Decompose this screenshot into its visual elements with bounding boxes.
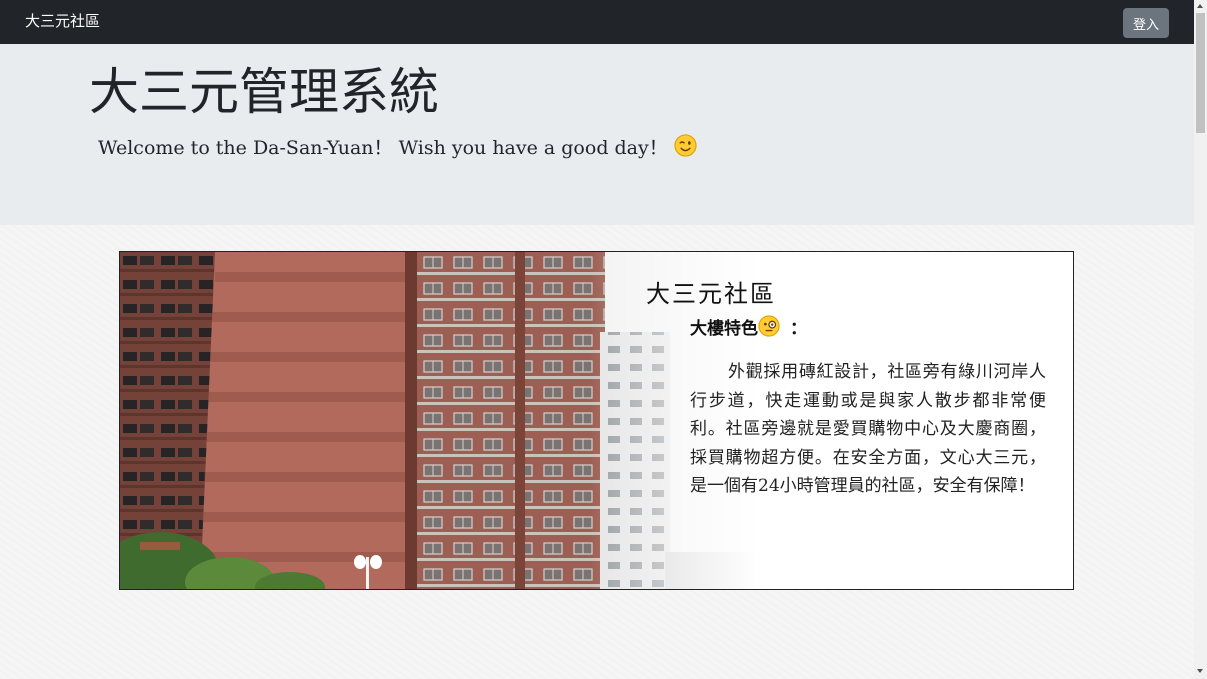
welcome-text: Welcome to the Da-San-Yuan！ Wish you hav…: [98, 137, 668, 159]
top-navbar: 大三元社區 登入: [0, 0, 1194, 44]
page-title: 大三元管理系統: [89, 63, 439, 121]
jumbotron: 大三元管理系統 Welcome to the Da-San-Yuan！ Wish…: [0, 44, 1194, 225]
community-card: 大三元社區 大樓特色 ： 外觀採用磚紅設計，社區旁有綠川河岸人行步道，快走運動或…: [119, 251, 1074, 590]
scroll-thumb[interactable]: [1196, 13, 1205, 133]
feature-label-text: 大樓特色: [690, 319, 758, 339]
monocle-emoji-icon: [758, 315, 780, 342]
feature-colon: ：: [790, 319, 807, 339]
card-title: 大三元社區: [646, 280, 776, 308]
feature-heading: 大樓特色 ：: [690, 314, 807, 342]
vertical-scrollbar[interactable]: [1194, 0, 1207, 679]
scroll-up-icon[interactable]: [1197, 4, 1203, 8]
community-description: 外觀採用磚紅設計，社區旁有綠川河岸人行步道，快走運動或是與家人散步都非常便利。社…: [690, 362, 1046, 496]
wink-emoji-icon: [674, 134, 697, 164]
welcome-line: Welcome to the Da-San-Yuan！ Wish you hav…: [98, 134, 697, 164]
navbar-brand[interactable]: 大三元社區: [25, 11, 100, 31]
login-button[interactable]: 登入: [1123, 8, 1169, 38]
scroll-down-icon[interactable]: [1197, 669, 1203, 673]
